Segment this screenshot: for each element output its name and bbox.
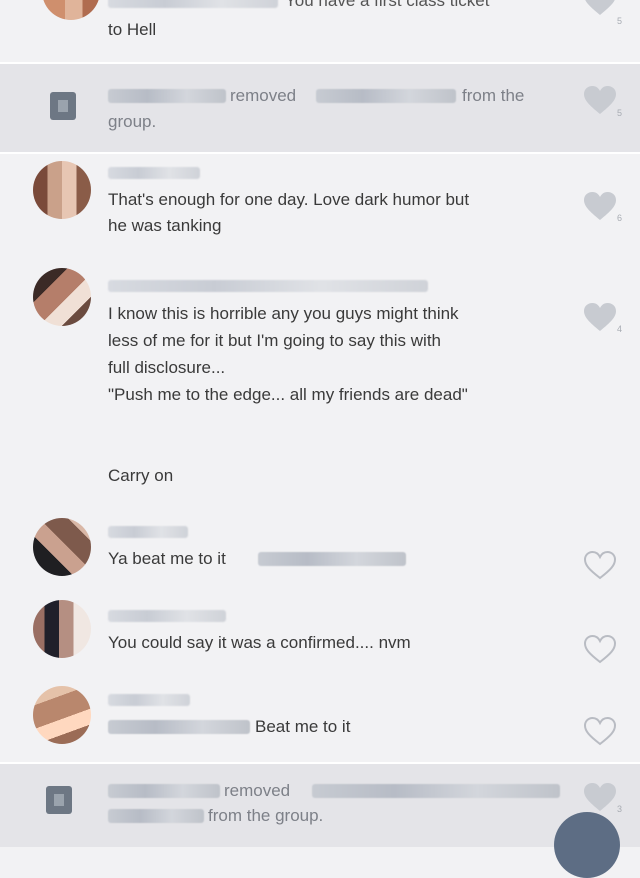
like-heart-icon[interactable] bbox=[583, 0, 617, 16]
system-message-row: removed from the group. 3 bbox=[0, 764, 640, 847]
like-heart-icon[interactable] bbox=[583, 191, 617, 221]
system-from-text: from the bbox=[462, 86, 525, 105]
message-row: You could say it was a confirmed.... nvm bbox=[0, 596, 640, 680]
avatar[interactable] bbox=[33, 600, 91, 658]
sender-name-blurred bbox=[108, 167, 200, 179]
like-count: 6 bbox=[617, 213, 623, 223]
sender-name-blurred bbox=[108, 0, 278, 8]
divider bbox=[0, 152, 640, 154]
system-action-text: removed bbox=[224, 781, 291, 800]
like-count: 4 bbox=[617, 324, 623, 334]
sender-name-blurred bbox=[108, 526, 188, 538]
group-icon bbox=[50, 92, 76, 120]
like-count: 5 bbox=[617, 16, 623, 26]
like-heart-icon[interactable] bbox=[583, 302, 617, 332]
message-text: You could say it was a confirmed.... nvm bbox=[108, 633, 411, 652]
target-name-blurred bbox=[312, 784, 560, 798]
system-action-text: removed bbox=[230, 86, 297, 105]
like-heart-icon[interactable] bbox=[583, 782, 617, 812]
actor-name-blurred bbox=[108, 89, 226, 103]
message-row: Ya beat me to it bbox=[0, 512, 640, 594]
message-text: I know this is horrible any you guys mig… bbox=[108, 304, 468, 485]
chat-feed: You have a first class ticket to Hell 5 … bbox=[0, 0, 640, 878]
avatar[interactable] bbox=[33, 686, 91, 744]
avatar[interactable] bbox=[33, 161, 91, 219]
avatar[interactable] bbox=[33, 518, 91, 576]
floating-action-button[interactable] bbox=[554, 812, 620, 878]
message-text: Ya beat me to it bbox=[108, 549, 226, 568]
system-line2-text: from the group. bbox=[208, 806, 324, 825]
like-heart-icon[interactable] bbox=[583, 85, 617, 115]
message-row: Beat me to it bbox=[0, 682, 640, 760]
like-heart-icon[interactable] bbox=[583, 634, 617, 664]
like-heart-icon[interactable] bbox=[583, 716, 617, 746]
system-message-row: removed from the group. 5 bbox=[0, 64, 640, 152]
like-count: 5 bbox=[617, 108, 623, 118]
mention-blurred bbox=[258, 552, 406, 566]
message-row: I know this is horrible any you guys mig… bbox=[0, 262, 640, 502]
message-text: That's enough for one day. Love dark hum… bbox=[108, 190, 470, 235]
like-count: 3 bbox=[617, 804, 623, 814]
group-icon bbox=[46, 786, 72, 814]
message-text: You have a first class ticket bbox=[285, 0, 490, 10]
sender-name-blurred bbox=[108, 610, 226, 622]
avatar[interactable] bbox=[42, 0, 100, 20]
system-line2-text: group. bbox=[108, 112, 157, 131]
message-text: to Hell bbox=[108, 20, 157, 39]
sender-name-blurred bbox=[108, 694, 190, 706]
mention-blurred bbox=[108, 720, 250, 734]
target-name-blurred bbox=[316, 89, 456, 103]
message-row: That's enough for one day. Love dark hum… bbox=[0, 155, 640, 255]
actor-name-blurred bbox=[108, 784, 220, 798]
message-text: Beat me to it bbox=[255, 717, 351, 736]
message-row: You have a first class ticket to Hell 5 bbox=[0, 0, 640, 60]
avatar[interactable] bbox=[33, 268, 91, 326]
target-name-blurred bbox=[108, 809, 204, 823]
sender-name-blurred bbox=[108, 280, 428, 292]
like-heart-icon[interactable] bbox=[583, 550, 617, 580]
